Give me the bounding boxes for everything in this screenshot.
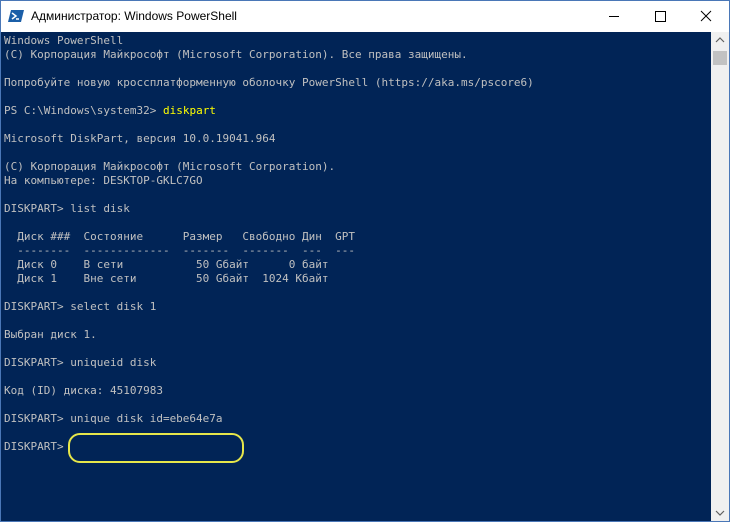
disk-table-header: Диск ### Состояние Размер Свободно Дин G…	[4, 230, 355, 243]
disk-table-row: Диск 0 В сети 50 Gбайт 0 байт	[4, 258, 329, 271]
disk-table-row: Диск 1 Вне сети 50 Gбайт 1024 Kбайт	[4, 272, 329, 285]
title-bar[interactable]: Администратор: Windows PowerShell	[1, 1, 729, 32]
console-prompt-line: PS C:\Windows\system32> diskpart	[4, 104, 216, 118]
diskpart-command: diskpart	[162, 104, 216, 117]
console-line: DISKPART>	[4, 440, 64, 453]
command-highlight-ring	[68, 433, 244, 463]
ps-prompt: PS C:\Windows\system32>	[4, 104, 163, 117]
console-line: DISKPART> unique disk id=ebe64e7a	[4, 412, 223, 425]
console-line: На компьютере: DESKTOP-GKLC7GO	[4, 174, 203, 187]
console-line: (C) Корпорация Майкрософт (Microsoft Cor…	[4, 48, 468, 61]
console-line: Выбран диск 1.	[4, 328, 97, 341]
powershell-window: Администратор: Windows PowerShell Window…	[0, 0, 730, 522]
console-line: Microsoft DiskPart, версия 10.0.19041.96…	[4, 132, 276, 145]
minimize-button[interactable]	[591, 1, 637, 32]
chevron-down-icon	[715, 510, 725, 516]
vertical-scrollbar[interactable]	[711, 32, 729, 521]
console-line: DISKPART> select disk 1	[4, 300, 157, 313]
console-line: Попробуйте новую кроссплатформенную обол…	[4, 76, 534, 89]
console-line: DISKPART> uniqueid disk	[4, 356, 157, 369]
maximize-button[interactable]	[637, 1, 683, 32]
window-title: Администратор: Windows PowerShell	[31, 9, 237, 23]
scroll-up-button[interactable]	[711, 32, 729, 49]
scroll-thumb[interactable]	[713, 51, 727, 65]
close-icon	[700, 10, 712, 22]
console-line: DISKPART> list disk	[4, 202, 130, 215]
console-line: (C) Корпорация Майкрософт (Microsoft Cor…	[4, 160, 336, 173]
console-line: Код (ID) диска: 45107983	[4, 384, 163, 397]
minimize-icon	[609, 16, 619, 17]
console-output[interactable]: Windows PowerShell (C) Корпорация Майкро…	[1, 32, 711, 521]
scroll-down-button[interactable]	[711, 504, 729, 521]
chevron-up-icon	[715, 37, 725, 43]
close-button[interactable]	[683, 1, 729, 32]
console-line: Windows PowerShell	[4, 34, 124, 47]
powershell-icon	[8, 8, 24, 24]
maximize-icon	[655, 11, 666, 22]
disk-table-separator: -------- ------------- ------- ------- -…	[4, 244, 355, 257]
